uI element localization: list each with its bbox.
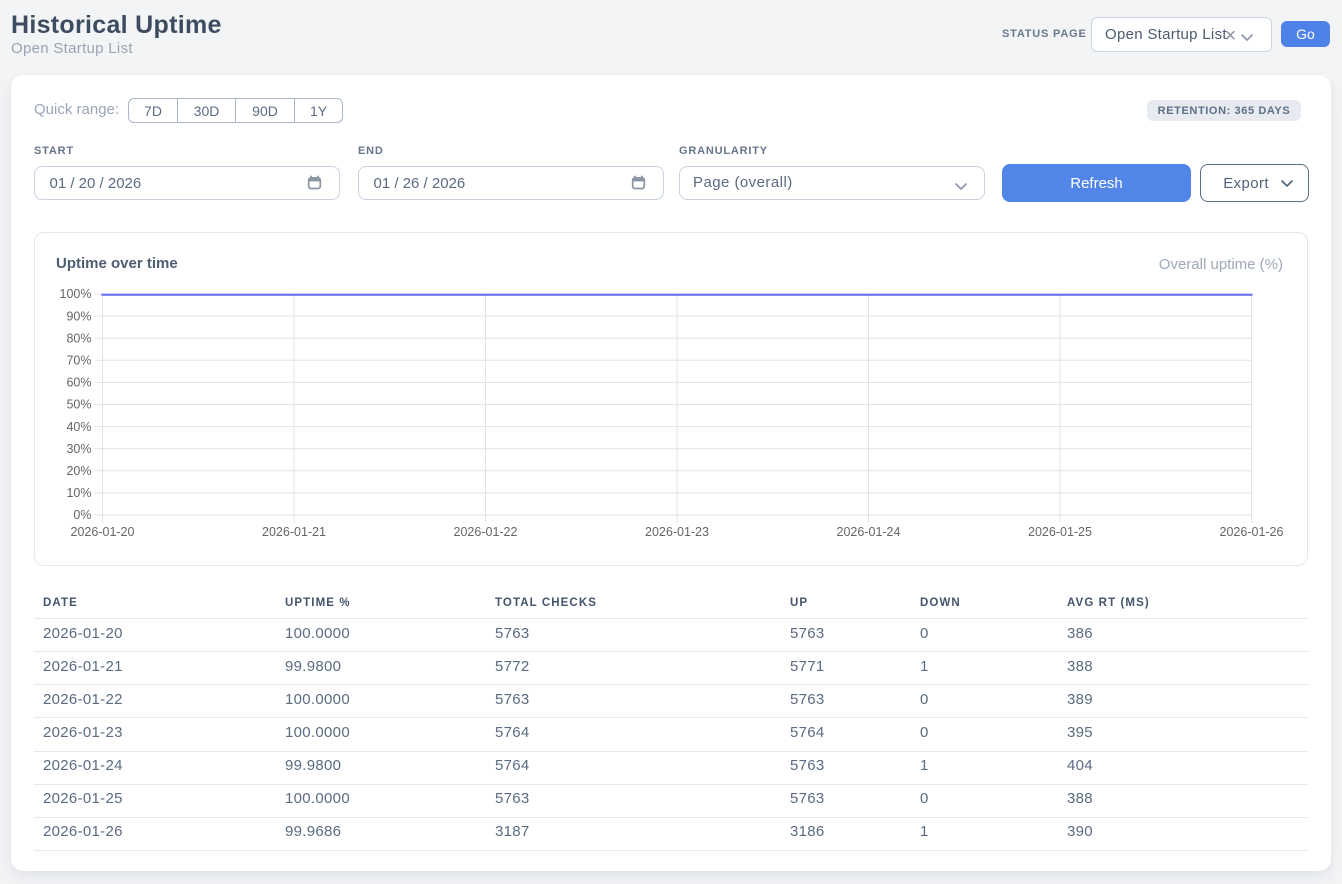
svg-text:30%: 30% [66, 442, 91, 456]
svg-text:70%: 70% [66, 354, 91, 368]
svg-text:2026-01-23: 2026-01-23 [645, 525, 709, 539]
svg-text:90%: 90% [66, 309, 91, 323]
svg-text:60%: 60% [66, 376, 91, 390]
svg-text:20%: 20% [66, 464, 91, 478]
svg-text:2026-01-20: 2026-01-20 [71, 525, 135, 539]
svg-text:100%: 100% [60, 287, 92, 301]
svg-text:50%: 50% [66, 398, 91, 412]
svg-text:2026-01-24: 2026-01-24 [837, 525, 901, 539]
svg-text:2026-01-25: 2026-01-25 [1028, 525, 1092, 539]
svg-text:40%: 40% [66, 420, 91, 434]
svg-text:2026-01-26: 2026-01-26 [1220, 525, 1284, 539]
svg-text:2026-01-21: 2026-01-21 [262, 525, 326, 539]
svg-text:80%: 80% [66, 331, 91, 345]
svg-text:10%: 10% [66, 486, 91, 500]
svg-text:0%: 0% [73, 508, 91, 522]
svg-text:2026-01-22: 2026-01-22 [454, 525, 518, 539]
